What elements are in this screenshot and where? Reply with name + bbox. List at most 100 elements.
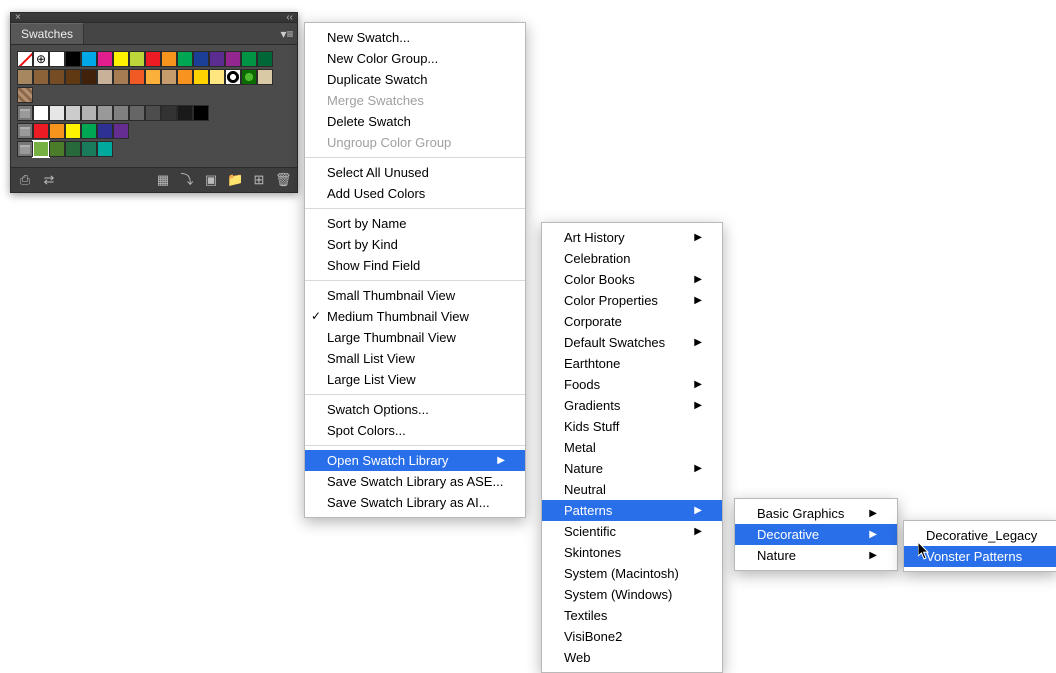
menu-item[interactable]: Scientific▶ [542, 521, 722, 542]
menu-item[interactable]: Show Find Field [305, 255, 525, 276]
new-swatch-icon[interactable]: ⊞ [251, 172, 267, 188]
swatch[interactable] [193, 69, 209, 85]
swatches-tab[interactable]: Swatches [11, 23, 84, 44]
menu-item[interactable]: Duplicate Swatch [305, 69, 525, 90]
swatch-pattern[interactable] [225, 69, 241, 85]
swatch[interactable] [193, 105, 209, 121]
swatch[interactable] [97, 69, 113, 85]
panel-titlebar[interactable]: × ‹‹ [11, 13, 297, 23]
menu-item[interactable]: Swatch Options... [305, 399, 525, 420]
swatch[interactable] [177, 51, 193, 67]
menu-item[interactable]: Small List View [305, 348, 525, 369]
swatch[interactable] [33, 123, 49, 139]
swatch[interactable] [177, 69, 193, 85]
swatch[interactable] [145, 51, 161, 67]
swatch[interactable] [129, 69, 145, 85]
swatch[interactable] [113, 51, 129, 67]
swatch[interactable] [257, 69, 273, 85]
swatch[interactable] [49, 105, 65, 121]
menu-item[interactable]: Art History▶ [542, 227, 722, 248]
swatch[interactable] [81, 123, 97, 139]
swatch[interactable] [113, 123, 129, 139]
swatch[interactable] [113, 69, 129, 85]
menu-item[interactable]: Skintones [542, 542, 722, 563]
menu-item[interactable]: Decorative_Legacy [904, 525, 1056, 546]
swatch[interactable] [49, 141, 65, 157]
menu-item[interactable]: Nature▶ [542, 458, 722, 479]
swatch[interactable] [33, 141, 49, 157]
swatch[interactable] [81, 141, 97, 157]
swatch[interactable] [97, 51, 113, 67]
color-group-folder-icon[interactable] [17, 105, 33, 121]
swatch[interactable] [97, 123, 113, 139]
menu-item[interactable]: Kids Stuff [542, 416, 722, 437]
delete-swatch-icon[interactable]: 🗑 [275, 172, 291, 188]
swatch[interactable] [65, 105, 81, 121]
menu-item[interactable]: ✓Medium Thumbnail View [305, 306, 525, 327]
menu-item[interactable]: Decorative▶ [735, 524, 897, 545]
swatch[interactable] [33, 105, 49, 121]
menu-item[interactable]: Select All Unused [305, 162, 525, 183]
swatch[interactable] [161, 51, 177, 67]
swatch[interactable] [97, 141, 113, 157]
swatch[interactable] [193, 51, 209, 67]
swatch[interactable] [129, 51, 145, 67]
menu-item[interactable]: Add Used Colors [305, 183, 525, 204]
menu-item[interactable]: Save Swatch Library as AI... [305, 492, 525, 513]
menu-item[interactable]: Save Swatch Library as ASE... [305, 471, 525, 492]
swatch[interactable] [129, 105, 145, 121]
menu-item[interactable]: Default Swatches▶ [542, 332, 722, 353]
menu-item[interactable]: Small Thumbnail View [305, 285, 525, 306]
swatch[interactable] [65, 123, 81, 139]
swatch[interactable] [209, 69, 225, 85]
color-group-folder-icon[interactable] [17, 141, 33, 157]
swatch[interactable] [177, 105, 193, 121]
swatch-registration[interactable]: ⊕ [33, 51, 49, 67]
swatch[interactable] [49, 123, 65, 139]
menu-item[interactable]: VisiBone2 [542, 626, 722, 647]
swatch[interactable] [81, 69, 97, 85]
menu-item[interactable]: Color Books▶ [542, 269, 722, 290]
panel-menu-icon[interactable]: ▾≡ [277, 27, 297, 41]
swatch-libraries-icon[interactable]: ⎙ [17, 172, 33, 188]
menu-item[interactable]: Spot Colors... [305, 420, 525, 441]
swatch-pattern[interactable] [241, 69, 257, 85]
new-color-group-icon[interactable]: ▣ [203, 172, 219, 188]
swatch[interactable] [33, 69, 49, 85]
swatch[interactable] [65, 51, 81, 67]
menu-item[interactable]: Gradients▶ [542, 395, 722, 416]
swatch[interactable] [161, 69, 177, 85]
menu-item[interactable]: Patterns▶ [542, 500, 722, 521]
menu-item[interactable]: New Swatch... [305, 27, 525, 48]
swatch-pattern[interactable] [17, 87, 33, 103]
menu-item[interactable]: Open Swatch Library▶ [305, 450, 525, 471]
swatch[interactable] [81, 51, 97, 67]
menu-item[interactable]: Color Properties▶ [542, 290, 722, 311]
menu-item[interactable]: Corporate [542, 311, 722, 332]
swatch[interactable] [257, 51, 273, 67]
menu-item[interactable]: Basic Graphics▶ [735, 503, 897, 524]
swatch[interactable] [225, 51, 241, 67]
menu-item[interactable]: Sort by Kind [305, 234, 525, 255]
swatch[interactable] [113, 105, 129, 121]
menu-item[interactable]: Nature▶ [735, 545, 897, 566]
swatch[interactable] [81, 105, 97, 121]
swatch[interactable] [145, 69, 161, 85]
menu-item[interactable]: Sort by Name [305, 213, 525, 234]
swatch[interactable] [17, 69, 33, 85]
swatch-options-icon[interactable]: ⤵ [179, 172, 195, 188]
menu-item[interactable]: Neutral [542, 479, 722, 500]
show-list-icon[interactable]: ▦ [155, 172, 171, 188]
swatch[interactable] [161, 105, 177, 121]
menu-item[interactable]: Large Thumbnail View [305, 327, 525, 348]
collapse-icon[interactable]: ‹‹ [286, 12, 293, 23]
menu-item[interactable]: Textiles [542, 605, 722, 626]
swatch-none[interactable] [17, 51, 33, 67]
menu-item[interactable]: Vonster Patterns [904, 546, 1056, 567]
menu-item[interactable]: System (Macintosh) [542, 563, 722, 584]
swatch[interactable] [145, 105, 161, 121]
menu-item[interactable]: System (Windows) [542, 584, 722, 605]
menu-item[interactable]: Large List View [305, 369, 525, 390]
swatch[interactable] [49, 69, 65, 85]
new-folder-icon[interactable]: 📁 [227, 172, 243, 188]
